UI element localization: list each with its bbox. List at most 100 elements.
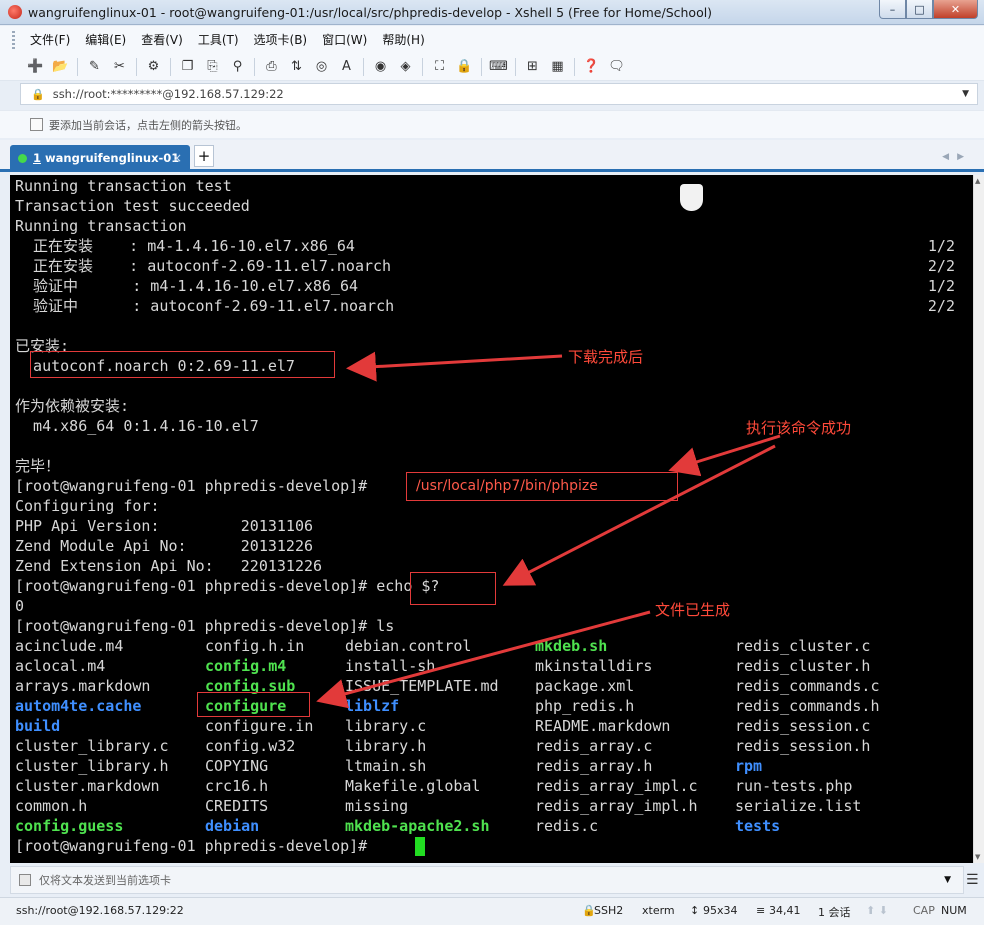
lock-icon: 🔒	[31, 87, 45, 101]
open-folder-icon[interactable]: 📂	[52, 58, 69, 75]
paste-icon[interactable]: ⎘	[204, 58, 221, 75]
chat-icon[interactable]: 🗨	[608, 58, 625, 75]
send-text-label: 仅将文本发送到当前选项卡	[39, 874, 171, 887]
send-text-bar[interactable]: 仅将文本发送到当前选项卡 ▼	[10, 866, 964, 894]
tab-session[interactable]: 1 wangruifenglinux-01 ×	[10, 145, 190, 171]
menu-help[interactable]: 帮助(H)	[382, 31, 424, 48]
menu-edit[interactable]: 编辑(E)	[85, 31, 126, 48]
ls-entry-file: redis_session.h	[735, 737, 871, 755]
copy-icon[interactable]: ❐	[179, 58, 196, 75]
xftp-icon[interactable]: ◈	[397, 58, 414, 75]
terminal-line: Configuring for:	[15, 497, 160, 515]
ls-entry-file: library.c	[345, 717, 427, 735]
ls-entry-file: redis_commands.h	[735, 697, 880, 715]
ls-entry-dir: autom4te.cache	[15, 697, 142, 715]
toolbar-separator	[363, 57, 364, 76]
xshell-app-icon[interactable]	[8, 5, 22, 19]
tab-number: 1	[33, 151, 42, 165]
status-terminal-type: xterm	[642, 904, 675, 917]
ls-entry-file: redis_array_impl.h	[535, 797, 698, 815]
status-sessions: 1 会话	[818, 906, 851, 919]
window-controls: – □ ✕	[879, 0, 978, 19]
find-icon[interactable]: ⚲	[229, 58, 246, 75]
terminal-line: Running transaction	[15, 217, 187, 235]
menu-lines-icon[interactable]: ☰	[966, 872, 979, 888]
ls-entry-file: redis_cluster.h	[735, 657, 871, 675]
ls-entry-file: config.h.in	[205, 637, 305, 655]
scroll-down-icon[interactable]: ▼	[975, 853, 980, 861]
toolbar-separator	[574, 57, 575, 76]
ls-entry-file: serialize.list	[735, 797, 862, 815]
status-caps: CAP	[913, 904, 935, 917]
ls-entry-file: redis_session.c	[735, 717, 871, 735]
script-icon[interactable]: ◉	[372, 58, 389, 75]
terminal-line: m4.x86_64 0:1.4.16-10.el7	[15, 417, 259, 435]
ls-entry-dir: debian	[205, 817, 260, 835]
ls-entry-exec: mkdeb-apache2.sh	[345, 817, 490, 835]
ls-entry-file: package.xml	[535, 677, 635, 695]
terminal-scrollbar[interactable]: ▲ ▼	[973, 175, 984, 863]
terminal-line: 验证中 : m4-1.4.16-10.el7.x86_64	[15, 277, 359, 295]
ls-entry-file: common.h	[15, 797, 88, 815]
new-session-icon[interactable]: ➕	[27, 58, 44, 75]
menu-window[interactable]: 窗口(W)	[322, 31, 367, 48]
toolbar-separator	[136, 57, 137, 76]
close-button[interactable]: ✕	[933, 0, 978, 19]
terminal-line: 完毕！	[15, 457, 61, 475]
add-tab-button[interactable]: +	[194, 145, 214, 167]
globe-icon[interactable]: ◎	[313, 58, 330, 75]
help-icon[interactable]: ❓	[583, 58, 600, 75]
layout-icon[interactable]: ▦	[549, 58, 566, 75]
tab-scroll-arrows-icon[interactable]: ◀▶	[942, 152, 972, 162]
send-text-icon[interactable]	[19, 874, 31, 886]
terminal-line: 正在安装 : autoconf-2.69-11.el7.noarch	[15, 257, 392, 275]
tab-label: wangruifenglinux-01	[45, 151, 180, 165]
scroll-up-icon[interactable]: ▲	[975, 177, 980, 185]
toolbar-separator	[515, 57, 516, 76]
session-hint-text: 要添加当前会话，点击左侧的箭头按钮。	[49, 118, 247, 132]
tab-close-icon[interactable]: ×	[172, 151, 182, 165]
lock-icon[interactable]: 🔒	[456, 58, 473, 75]
transfer-icon[interactable]: ⇅	[288, 58, 305, 75]
ls-entry-file: CREDITS	[205, 797, 269, 815]
menu-tabs[interactable]: 选项卡(B)	[254, 31, 308, 48]
new-tab-icon[interactable]: ⊞	[524, 58, 541, 75]
ls-entry-file: crc16.h	[205, 777, 269, 795]
ls-entry-file: redis_cluster.c	[735, 637, 871, 655]
ls-entry-exec: config.m4	[205, 657, 287, 675]
annotation-file-generated: 文件已生成	[655, 601, 731, 619]
status-connection: ssh://root@192.168.57.129:22	[16, 904, 184, 917]
session-arrows-icon[interactable]: ⬆ ⬇	[866, 904, 888, 917]
disconnect-icon[interactable]: ✂	[111, 58, 128, 75]
address-bar[interactable]: 🔒 ssh://root:*********@192.168.57.129:22…	[20, 83, 978, 105]
connect-icon[interactable]: ✎	[86, 58, 103, 75]
menu-tools[interactable]: 工具(T)	[198, 31, 239, 48]
chevron-down-icon[interactable]: ▼	[944, 875, 951, 885]
ls-entry-file: COPYING	[205, 757, 269, 775]
highlight-box-echo	[410, 572, 496, 605]
fullscreen-icon[interactable]: ⛶	[431, 58, 448, 75]
terminal-line: 作为依赖被安装:	[15, 397, 130, 415]
highlight-box-configure	[197, 692, 310, 717]
address-value[interactable]: ssh://root:*********@192.168.57.129:22	[53, 87, 284, 101]
chevron-down-icon[interactable]: ▼	[962, 89, 969, 99]
menu-view[interactable]: 查看(V)	[141, 31, 183, 48]
add-session-arrow-icon[interactable]	[30, 118, 43, 131]
font-icon[interactable]: A	[338, 58, 355, 75]
menu-file[interactable]: 文件(F)	[30, 31, 70, 48]
properties-icon[interactable]: ⚙	[145, 58, 162, 75]
mouse-cursor-icon	[680, 184, 703, 211]
annotation-download-done: 下载完成后	[568, 348, 644, 366]
toolbar-separator	[481, 57, 482, 76]
maximize-button[interactable]: □	[906, 0, 933, 19]
terminal-prompt: [root@wangruifeng-01 phpredis-develop]#	[15, 837, 368, 855]
menu-bar: 文件(F) 编辑(E) 查看(V) 工具(T) 选项卡(B) 窗口(W) 帮助(…	[0, 26, 984, 53]
ls-entry-file: config.w32	[205, 737, 296, 755]
minimize-button[interactable]: –	[879, 0, 906, 19]
terminal-line: Zend Module Api No: 20131226	[15, 537, 314, 555]
print-icon[interactable]: ⎙	[263, 58, 280, 75]
keyboard-icon[interactable]: ⌨	[489, 58, 508, 75]
terminal-area[interactable]: Running transaction test Transaction tes…	[10, 175, 973, 863]
terminal-line: 正在安装 : m4-1.4.16-10.el7.x86_64	[15, 237, 355, 255]
terminal-line: PHP Api Version: 20131106	[15, 517, 314, 535]
